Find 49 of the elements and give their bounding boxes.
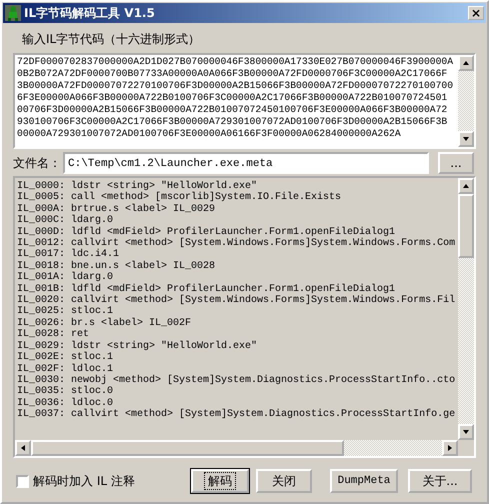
scroll-left-button[interactable] [15, 440, 31, 456]
hex-input-label: 输入IL字节代码（十六进制形式） [22, 31, 202, 48]
app-icon [5, 5, 21, 21]
code-line: IL_0005: call <method> [mscorlib]System.IO.File.Exists [17, 192, 342, 204]
scroll-right-button[interactable] [442, 440, 458, 456]
text-line: 72DF0000702837000000A2D1D027B070000046F3800000A17330E027B070000046F3900000A [17, 56, 454, 68]
code-line: IL_0012: callvirt <method> [System.Windows.Forms]System.Windows.Forms.Com [17, 238, 456, 250]
text-line: 930100706F3C00000A2C17066F3B00000A729301007072AD0100706F3D00000A2B15066F3B [17, 116, 448, 128]
scroll-down-button[interactable] [458, 131, 474, 147]
action-button[interactable]: DumpMeta [330, 469, 398, 493]
text-line: 00000A729301007072AD0100706F3E00000A06166F3F00000A06284000000A262A [17, 128, 402, 140]
code-line: IL_0030: newobj <method> [System]System.Diagnostics.ProcessStartInfo..cto [17, 374, 456, 386]
action-button[interactable]: 关于... [408, 469, 472, 493]
scrollbar-thumb[interactable] [458, 194, 474, 258]
code-line: IL_0035: stloc.0 [17, 386, 114, 398]
code-line: IL_0000: ldstr <string> "HelloWorld.exe" [17, 181, 258, 192]
comment-checkbox[interactable]: 解码时加入 IL 注释 [16, 472, 191, 490]
code-line: IL_0028: ret [17, 329, 90, 340]
browse-button[interactable]: ... [438, 152, 474, 174]
code-line: IL_0020: callvirt <method> [System.Windows.Forms]System.Windows.Forms.Fil [17, 295, 456, 306]
file-name-label: 文件名： [13, 155, 61, 172]
action-button[interactable]: 关闭 [256, 469, 312, 493]
code-line: IL_0025: stloc.1 [17, 306, 114, 318]
code-line: IL_0036: ldloc.0 [17, 398, 114, 409]
window-title: IL字节码解码工具 V1.5 [24, 5, 155, 22]
code-line: IL_0026: br.s <label> IL_002F [17, 318, 192, 329]
code-line: IL_002F: ldloc.1 [17, 364, 114, 374]
scroll-down-button[interactable] [458, 424, 474, 440]
code-line: IL_0029: ldstr <string> "HelloWorld.exe" [17, 340, 258, 352]
code-line: IL_000C: ldarg.0 [17, 215, 114, 226]
code-line: IL_0017: ldc.i4.1 [17, 249, 120, 260]
file-name-field[interactable]: C:\Temp\cm1.2\Launcher.exe.meta [63, 152, 429, 174]
text-line: 0B2B072A72DF0000700B07733A00000A0A066F3B00000A72FD0000706F3C00000A2C17066F [17, 68, 448, 80]
code-line: IL_0037: callvirt <method> [System]System.Diagnostics.ProcessStartInfo.ge [17, 409, 456, 421]
hex-input-field[interactable] [13, 53, 476, 149]
scrollbar-thumb[interactable] [31, 440, 344, 456]
text-line: 6F3E00000A066F3B00000A722B0100706F3C00000A2C17066F3B00000A722B010070724501 [17, 92, 448, 104]
code-line: IL_001A: ldarg.0 [17, 272, 114, 284]
code-line: IL_0018: bne.un.s <label> IL_0028 [17, 260, 216, 272]
text-line: 00706F3D00000A2B15066F3B00000A722B01007072450100706F3E00000A066F3B00000A72 [17, 104, 448, 116]
action-button[interactable]: 解码 [191, 469, 249, 493]
code-line: IL_000A: brtrue.s <label> IL_0029 [17, 204, 216, 215]
code-line: IL_000D: ldfld <mdField> ProfilerLauncher.Form1.openFileDialog1 [17, 226, 396, 238]
text-line: 3B00000A72FD00007072270100706F3D00000A2B15066F3B00000A72FD00007072270100700 [17, 80, 454, 92]
scroll-up-button[interactable] [458, 55, 474, 71]
code-line: IL_002E: stloc.1 [17, 352, 114, 364]
code-line: IL_001B: ldfld <mdField> ProfilerLauncher.Form1.openFileDialog1 [17, 284, 396, 295]
scroll-up-button[interactable] [458, 178, 474, 194]
close-button[interactable]: × [468, 6, 484, 20]
